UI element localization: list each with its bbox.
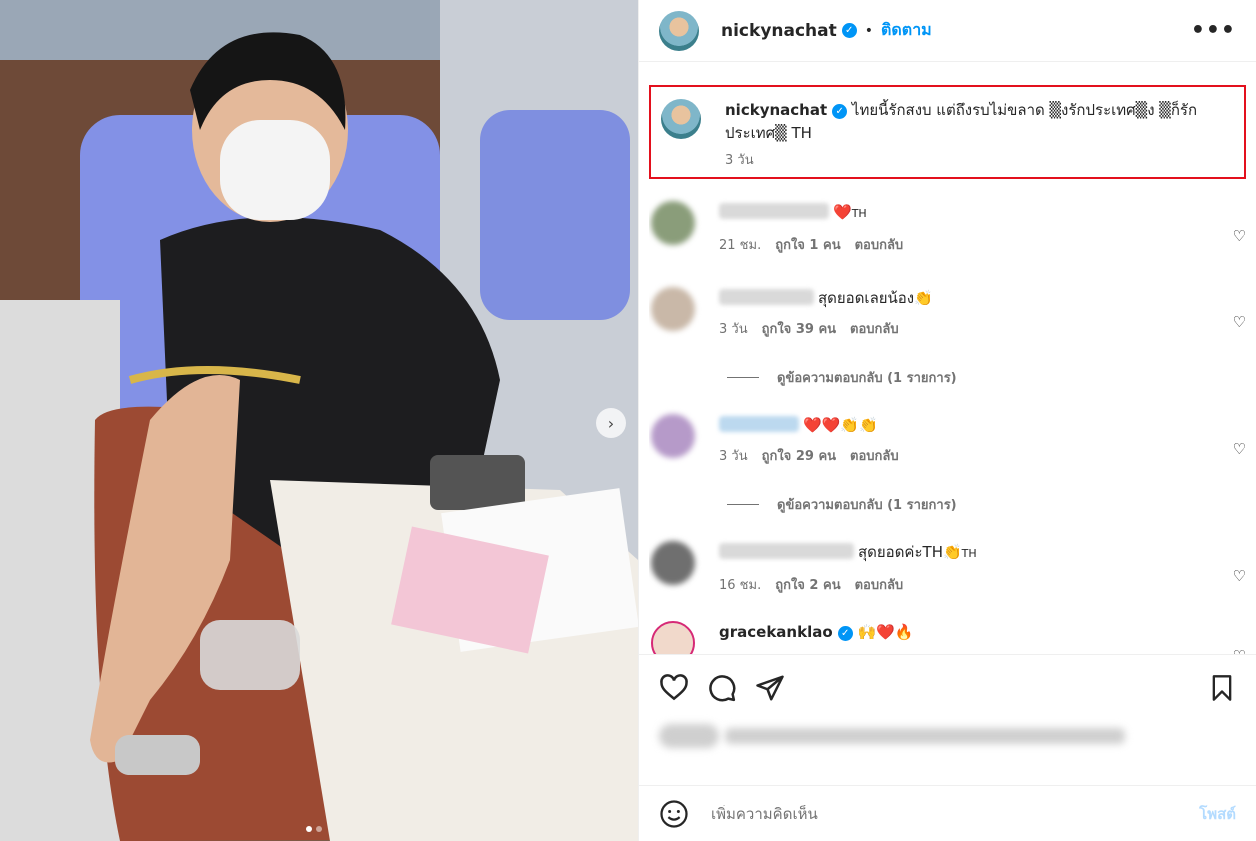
comment-suffix: TH bbox=[851, 207, 867, 220]
carousel-indicator bbox=[306, 826, 322, 832]
commenter-username[interactable] bbox=[719, 289, 814, 305]
liked-by-text bbox=[725, 728, 1125, 744]
comment-item: ❤️TH 21 ชม. ถูกใจ 1 คน ตอบกลับ ♡ bbox=[649, 201, 1246, 257]
comment-time: 21 ชม. bbox=[719, 238, 762, 253]
post-header: nickynachat ✓ • ติดตาม ••• bbox=[639, 0, 1256, 62]
verified-badge-icon: ✓ bbox=[832, 104, 848, 119]
verified-badge-icon: ✓ bbox=[841, 23, 857, 38]
comment-text: 🙌❤️🔥 bbox=[857, 623, 914, 641]
comment-like-icon[interactable]: ♡ bbox=[1233, 440, 1246, 458]
comment-time: 3 วัน bbox=[719, 322, 748, 337]
commenter-username[interactable] bbox=[719, 543, 854, 559]
comment-like-icon[interactable]: ♡ bbox=[1233, 567, 1246, 585]
view-replies-button[interactable]: ดูข้อความตอบกลับ (1 รายการ) bbox=[727, 367, 1246, 388]
view-replies-button[interactable]: ดูข้อความตอบกลับ (1 รายการ) bbox=[727, 494, 1246, 515]
commenter-username[interactable] bbox=[719, 203, 829, 219]
comment-likes-count[interactable]: ถูกใจ 1 คน bbox=[775, 235, 840, 257]
comment-likes-count[interactable]: ถูกใจ 2 คน bbox=[775, 575, 840, 597]
commenter-username[interactable]: gracekanklao bbox=[719, 623, 833, 641]
comment-time: 16 ชม. bbox=[719, 578, 762, 593]
separator-dot: • bbox=[864, 22, 874, 39]
carousel-next-button[interactable]: › bbox=[596, 408, 626, 438]
heart-icon[interactable] bbox=[659, 673, 689, 703]
comment-reply-button[interactable]: ตอบกลับ bbox=[855, 235, 904, 257]
post-comment-button[interactable]: โพสต์ bbox=[1199, 802, 1236, 826]
liked-by-avatars bbox=[659, 724, 719, 748]
caption-username[interactable]: nickynachat bbox=[725, 101, 827, 119]
commenter-avatar[interactable] bbox=[651, 541, 695, 585]
comment-reply-button[interactable]: ตอบกลับ bbox=[850, 319, 899, 341]
comment-suffix: TH bbox=[961, 547, 977, 560]
comment-reply-button[interactable]: ตอบกลับ bbox=[850, 446, 899, 468]
replies-line bbox=[727, 377, 759, 378]
comment-like-icon[interactable]: ♡ bbox=[1233, 313, 1246, 331]
more-options-icon[interactable]: ••• bbox=[1191, 18, 1236, 43]
caption-time: 3 วัน bbox=[725, 153, 754, 168]
comment-time: 3 วัน bbox=[719, 449, 748, 464]
share-icon[interactable] bbox=[755, 673, 785, 703]
commenter-avatar[interactable] bbox=[651, 287, 695, 331]
verified-badge-icon: ✓ bbox=[837, 626, 853, 641]
comment-like-icon[interactable]: ♡ bbox=[1233, 227, 1246, 245]
emoji-icon[interactable] bbox=[659, 799, 689, 829]
comment-likes-count[interactable]: ถูกใจ 39 คน bbox=[762, 319, 836, 341]
comment-text: ❤️ bbox=[833, 203, 852, 221]
follow-button[interactable]: ติดตาม bbox=[881, 18, 932, 43]
post-caption: nickynachat ✓ ไทยนี้รักสงบ แต่ถึงรบไม่ขลา… bbox=[649, 85, 1246, 179]
liked-by-summary[interactable] bbox=[659, 724, 1125, 748]
caption-avatar[interactable] bbox=[661, 99, 701, 139]
comment-text: สุดยอดเลยน้อง👏 bbox=[818, 289, 933, 307]
action-bar bbox=[639, 654, 1256, 720]
commenter-avatar[interactable] bbox=[651, 414, 695, 458]
commenter-username[interactable] bbox=[719, 416, 799, 432]
view-replies-label: ดูข้อความตอบกลับ (1 รายการ) bbox=[777, 498, 957, 513]
post-photo[interactable]: › bbox=[0, 0, 638, 841]
chevron-right-icon: › bbox=[607, 413, 615, 433]
author-avatar[interactable] bbox=[659, 10, 699, 51]
comment-likes-count[interactable]: ถูกใจ 29 คน bbox=[762, 446, 836, 468]
post-sidebar: nickynachat ✓ • ติดตาม ••• nickynachat ✓ … bbox=[638, 0, 1256, 841]
view-replies-label: ดูข้อความตอบกลับ (1 รายการ) bbox=[777, 371, 957, 386]
comment-text: สุดยอดค่ะTH👏 bbox=[858, 543, 962, 561]
comment-icon[interactable] bbox=[707, 673, 737, 703]
carousel-dot bbox=[306, 826, 312, 832]
comment-item: ❤️❤️👏👏 3 วัน ถูกใจ 29 คน ตอบกลับ ♡ bbox=[649, 414, 1246, 468]
carousel-dot bbox=[316, 826, 322, 832]
replies-line bbox=[727, 504, 759, 505]
photo-illustration bbox=[0, 0, 638, 841]
comment-text: ❤️❤️👏👏 bbox=[803, 416, 878, 434]
commenter-avatar[interactable] bbox=[651, 201, 695, 245]
comment-input[interactable] bbox=[711, 804, 1200, 823]
comments-list[interactable]: nickynachat ✓ ไทยนี้รักสงบ แต่ถึงรบไม่ขลา… bbox=[649, 85, 1246, 655]
comment-item: สุดยอดค่ะTH👏TH 16 ชม. ถูกใจ 2 คน ตอบกลับ… bbox=[649, 541, 1246, 597]
bookmark-icon[interactable] bbox=[1208, 674, 1236, 702]
comment-item: สุดยอดเลยน้อง👏 3 วัน ถูกใจ 39 คน ตอบกลับ… bbox=[649, 287, 1246, 341]
comment-item: gracekanklao✓ 🙌❤️🔥 ♡ bbox=[649, 621, 1246, 655]
commenter-avatar[interactable] bbox=[651, 621, 695, 655]
author-username[interactable]: nickynachat bbox=[721, 21, 837, 41]
comment-composer: โพสต์ bbox=[639, 785, 1256, 841]
comment-reply-button[interactable]: ตอบกลับ bbox=[855, 575, 904, 597]
